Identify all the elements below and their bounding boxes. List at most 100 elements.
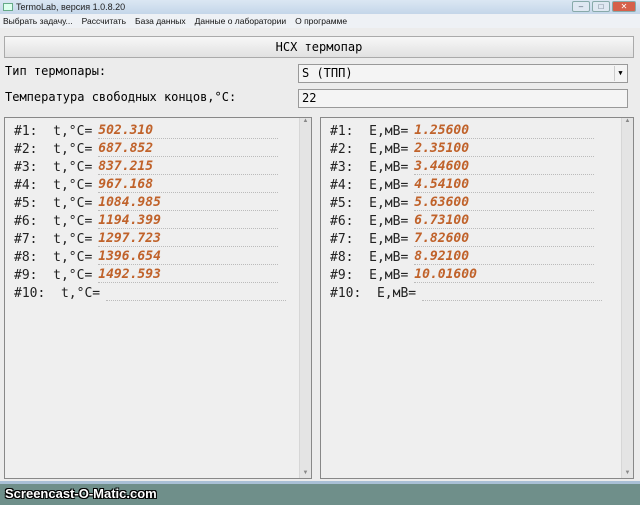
scrollbar[interactable]: ▲ ▼ — [621, 118, 633, 478]
row-number: #1: — [14, 123, 38, 139]
list-item: #4: t,°C= 967.168 — [14, 176, 286, 194]
list-item: #7: E,мВ= 7.82600 — [330, 230, 602, 248]
row-quantity-label: E,мВ= — [353, 249, 409, 265]
maximize-button[interactable]: □ — [592, 1, 610, 12]
row-value[interactable]: 7.82600 — [414, 231, 595, 247]
row-value[interactable] — [422, 286, 603, 301]
chevron-down-icon[interactable]: ▼ — [614, 66, 626, 81]
minimize-button[interactable]: – — [572, 1, 590, 12]
row-quantity-label: t,°C= — [37, 141, 93, 157]
row-quantity-label: t,°C= — [37, 123, 93, 139]
menu-bar: Выбрать задачу... Рассчитать База данных… — [0, 14, 640, 28]
app-icon — [3, 3, 13, 11]
row-quantity-label: t,°C= — [37, 213, 93, 229]
row-number: #4: — [14, 177, 38, 193]
row-value[interactable]: 1.25600 — [414, 123, 595, 139]
row-quantity-label: t,°C= — [37, 177, 93, 193]
row-number: #4: — [330, 177, 354, 193]
list-item: #2: t,°C= 687.852 — [14, 140, 286, 158]
row-number: #8: — [330, 249, 354, 265]
list-item: #9: E,мВ= 10.01600 — [330, 266, 602, 284]
menu-database[interactable]: База данных — [135, 16, 186, 26]
row-value[interactable]: 837.215 — [98, 159, 279, 175]
menu-calculate[interactable]: Рассчитать — [82, 16, 126, 26]
list-item: #10: t,°C= — [14, 284, 287, 302]
row-quantity-label: E,мВ= — [353, 177, 409, 193]
row-value[interactable]: 2.35100 — [414, 141, 595, 157]
row-value[interactable]: 10.01600 — [414, 267, 595, 283]
thermocouple-type-label: Тип термопары: — [5, 64, 107, 78]
thermocouple-type-value: S (ТПП) — [302, 66, 353, 80]
row-value[interactable]: 1492.593 — [98, 267, 279, 283]
list-item: #8: E,мВ= 8.92100 — [330, 248, 602, 266]
window-title: TermoLab, версия 1.0.8.20 — [16, 2, 126, 12]
temperature-list[interactable]: #1: t,°C= 502.310 #2: t,°C= 687.852 #3: t,°C… — [4, 117, 312, 479]
list-item: #1: E,мВ= 1.25600 — [330, 122, 602, 140]
row-quantity-label: E,мВ= — [353, 141, 409, 157]
row-quantity-label: t,°C= — [37, 195, 93, 211]
emf-list[interactable]: #1: E,мВ= 1.25600 #2: E,мВ= 2.35100 #3: E,мВ… — [320, 117, 634, 479]
list-item: #2: E,мВ= 2.35100 — [330, 140, 602, 158]
row-number: #10: — [330, 285, 362, 301]
row-number: #1: — [330, 123, 354, 139]
row-quantity-label: E,мВ= — [353, 267, 409, 283]
row-number: #2: — [330, 141, 354, 157]
row-quantity-label: E,мВ= — [353, 231, 409, 247]
row-quantity-label: E,мВ= — [353, 213, 409, 229]
row-value[interactable]: 502.310 — [98, 123, 279, 139]
list-item: #5: E,мВ= 5.63600 — [330, 194, 602, 212]
row-quantity-label: t,°C= — [37, 231, 93, 247]
row-value[interactable]: 4.54100 — [414, 177, 595, 193]
header-button[interactable]: НСХ термопар — [4, 36, 634, 58]
app-window: TermoLab, версия 1.0.8.20 – □ ✕ Выбрать … — [0, 0, 640, 484]
row-number: #3: — [14, 159, 38, 175]
row-number: #6: — [14, 213, 38, 229]
row-value[interactable]: 1297.723 — [98, 231, 279, 247]
row-number: #7: — [14, 231, 38, 247]
row-value[interactable]: 967.168 — [98, 177, 279, 193]
row-number: #2: — [14, 141, 38, 157]
list-item: #5: t,°C= 1084.985 — [14, 194, 286, 212]
row-value[interactable]: 1396.654 — [98, 249, 279, 265]
row-number: #9: — [14, 267, 38, 283]
menu-lab-data[interactable]: Данные о лаборатории — [195, 16, 286, 26]
cold-junction-label: Температура свободных концов,°C: — [5, 90, 237, 104]
thermocouple-type-select[interactable]: S (ТПП) ▼ — [298, 64, 628, 83]
close-button[interactable]: ✕ — [612, 1, 636, 12]
row-value[interactable]: 8.92100 — [414, 249, 595, 265]
list-item: #1: t,°C= 502.310 — [14, 122, 286, 140]
row-value[interactable]: 5.63600 — [414, 195, 595, 211]
row-number: #7: — [330, 231, 354, 247]
menu-select-task[interactable]: Выбрать задачу... — [3, 16, 73, 26]
list-item: #9: t,°C= 1492.593 — [14, 266, 286, 284]
list-item: #6: E,мВ= 6.73100 — [330, 212, 602, 230]
list-item: #8: t,°C= 1396.654 — [14, 248, 286, 266]
row-value[interactable]: 3.44600 — [414, 159, 595, 175]
row-number: #10: — [14, 285, 46, 301]
row-value[interactable]: 1194.399 — [98, 213, 279, 229]
list-item: #10: E,мВ= — [330, 284, 603, 302]
row-value[interactable]: 6.73100 — [414, 213, 595, 229]
list-item: #7: t,°C= 1297.723 — [14, 230, 286, 248]
list-item: #3: E,мВ= 3.44600 — [330, 158, 602, 176]
watermark: Screencast-O-Matic.com — [5, 486, 157, 501]
row-value[interactable]: 687.852 — [98, 141, 279, 157]
row-quantity-label: E,мВ= — [353, 159, 409, 175]
row-quantity-label: E,мВ= — [353, 195, 409, 211]
row-number: #5: — [330, 195, 354, 211]
list-item: #4: E,мВ= 4.54100 — [330, 176, 602, 194]
row-number: #6: — [330, 213, 354, 229]
menu-about[interactable]: О программе — [295, 16, 347, 26]
scrollbar[interactable]: ▲ ▼ — [299, 118, 311, 478]
row-number: #5: — [14, 195, 38, 211]
row-quantity-label: t,°C= — [45, 285, 101, 301]
row-value[interactable] — [106, 286, 287, 301]
row-quantity-label: E,мВ= — [361, 285, 417, 301]
row-number: #3: — [330, 159, 354, 175]
cold-junction-input[interactable]: 22 — [298, 89, 628, 108]
row-number: #9: — [330, 267, 354, 283]
row-number: #8: — [14, 249, 38, 265]
list-item: #3: t,°C= 837.215 — [14, 158, 286, 176]
row-value[interactable]: 1084.985 — [98, 195, 279, 211]
list-item: #6: t,°C= 1194.399 — [14, 212, 286, 230]
